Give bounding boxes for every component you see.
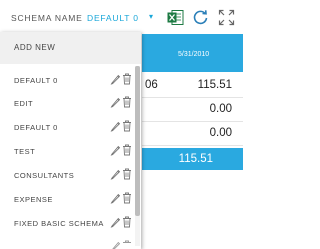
dropdown-item-label: FIXED BASIC SCHEMA [14,219,104,228]
row-cell-partial: 06 [145,79,158,91]
dropdown-item-label: TEST [14,147,36,156]
row-value: 0.00 [209,127,232,139]
trash-icon[interactable] [122,216,132,228]
dropdown-item-label: EDIT [14,99,34,108]
grid-total-row: 115.51 [142,148,243,170]
scroll-thumb[interactable] [135,66,140,216]
dropdown-item[interactable]: TEST [0,140,134,163]
schema-dropdown[interactable]: DEFAULT 0 [87,13,139,23]
column-header-date: 5/31/2010 [178,51,210,58]
dropdown-item-label: DEFAULT 0 [14,76,58,85]
dropdown-item-label: EXPENSE [14,195,53,204]
pencil-icon[interactable] [110,73,121,85]
pencil-icon[interactable] [110,168,121,180]
dropdown-item[interactable]: DEFAULT 0 [0,116,134,139]
expand-icon[interactable] [218,9,235,26]
row-value: 115.51 [197,79,232,91]
trash-icon[interactable] [122,168,132,180]
pencil-icon[interactable] [110,240,121,249]
dropdown-item[interactable]: FIXED BASIC SCHEMA [0,212,134,235]
dropdown-item[interactable]: DEFAULT 0 [0,69,134,92]
table-row: 0.00 [142,121,243,146]
trash-icon[interactable] [122,240,132,249]
add-new-button[interactable]: ADD NEW [0,32,141,64]
total-value: 115.51 [178,153,213,165]
trash-icon[interactable] [122,96,132,108]
dropdown-item-label: CONSULTANTS [14,171,75,180]
trash-icon[interactable] [122,192,132,204]
schema-dropdown-menu: ADD NEW DEFAULT 0 EDIT DEFAULT 0 TEST CO… [0,32,141,249]
pencil-icon[interactable] [110,144,121,156]
pencil-icon[interactable] [110,216,121,228]
toolbar: SCHEMA NAME DEFAULT 0 ▾ [0,0,243,33]
pencil-icon[interactable] [110,96,121,108]
dropdown-item-label: DEFAULT 0 [14,123,58,132]
add-new-label: ADD NEW [14,43,56,52]
schema-name-label: SCHEMA NAME [11,13,83,23]
chevron-down-icon[interactable]: ▾ [149,12,153,21]
dropdown-item[interactable]: CONSULTANTS [0,164,134,187]
row-value: 0.00 [209,103,232,115]
refresh-icon[interactable] [192,9,209,26]
table-row: 06 115.51 [142,73,243,98]
pencil-icon[interactable] [110,192,121,204]
table-row: 0.00 [142,97,243,122]
excel-icon[interactable] [167,9,184,26]
trash-icon[interactable] [122,73,132,85]
dropdown-item[interactable]: EDIT [0,92,134,115]
dropdown-item[interactable]: EXPENSE [0,188,134,211]
dropdown-scrollbar[interactable] [135,66,140,246]
trash-icon[interactable] [122,120,132,132]
trash-icon[interactable] [122,144,132,156]
pencil-icon[interactable] [110,120,121,132]
